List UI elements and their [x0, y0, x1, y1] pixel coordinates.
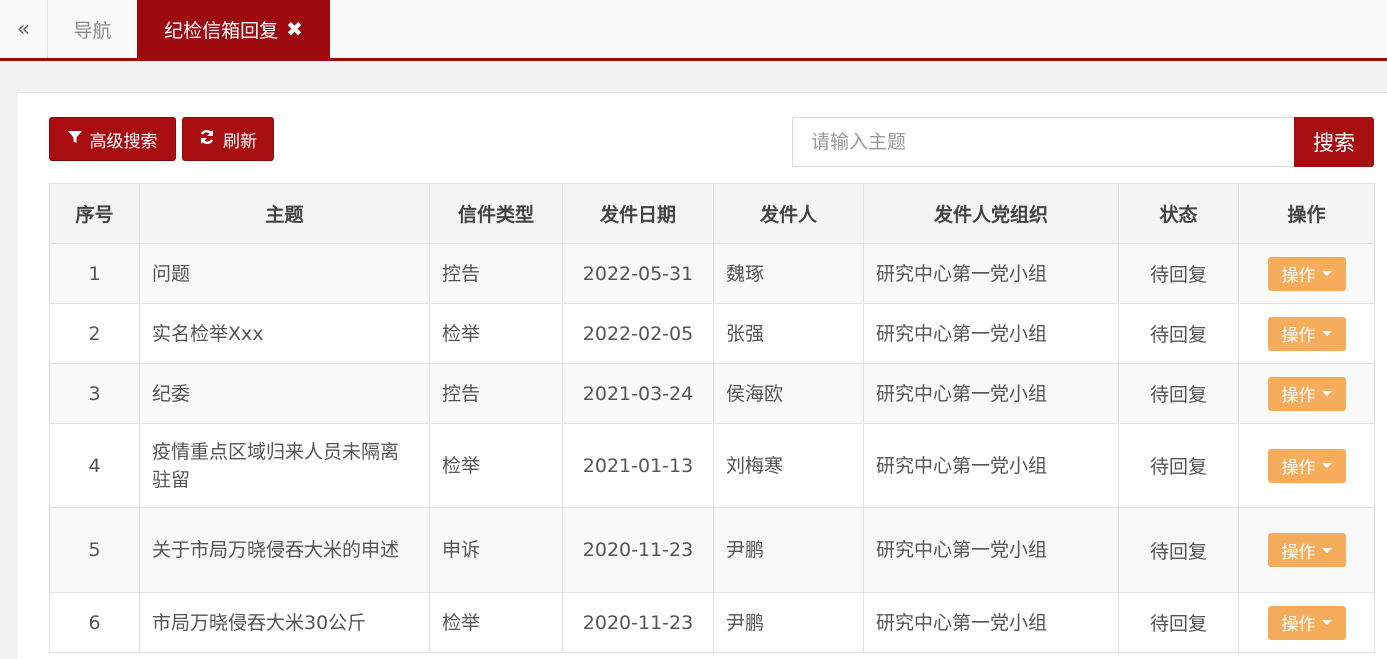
cell-type: 检举 [429, 592, 563, 653]
cell-no: 3 [49, 363, 140, 424]
action-label: 操作 [1281, 266, 1316, 286]
cell-no: 6 [49, 592, 140, 653]
cell-sender: 尹鹏 [713, 592, 864, 653]
cell-date: 2020-11-23 [562, 507, 714, 593]
header-no[interactable]: 序号 [49, 183, 140, 244]
cell-subject[interactable]: 市局万晓侵吞大米30公斤 [139, 592, 430, 653]
table-row[interactable]: 4 疫情重点区域归来人员未隔离驻留 检举 2021-01-13 刘梅寒 研究中心… [49, 423, 1375, 508]
cell-date: 2020-11-23 [562, 592, 714, 653]
caret-down-icon [1321, 463, 1332, 468]
cell-date: 2022-02-05 [562, 303, 714, 364]
cell-status: 待回复 [1118, 243, 1239, 304]
advanced-search-label: 高级搜索 [89, 131, 158, 152]
cell-type: 检举 [429, 303, 563, 364]
action-dropdown-button[interactable]: 操作 [1267, 605, 1346, 640]
cell-sender: 魏琢 [713, 243, 864, 304]
cell-no: 2 [49, 303, 140, 364]
action-label: 操作 [1281, 326, 1316, 346]
refresh-icon [199, 129, 215, 149]
content-panel: 高级搜索 刷新 搜索 序号 主题 信件类型 发件日期 发件人 发件人党组织 状态… [18, 92, 1387, 659]
header-type[interactable]: 信件类型 [429, 183, 563, 244]
cell-subject[interactable]: 疫情重点区域归来人员未隔离驻留 [139, 423, 430, 508]
filter-icon [67, 130, 82, 148]
collapse-tabs-icon[interactable]: « [0, 0, 48, 58]
cell-type: 申诉 [429, 507, 563, 593]
cell-org: 研究中心第一党小组 [863, 592, 1119, 653]
search-button[interactable]: 搜索 [1294, 117, 1374, 167]
cell-action: 操作 [1238, 507, 1375, 593]
cell-subject[interactable]: 问题 [139, 243, 430, 304]
cell-org: 研究中心第一党小组 [863, 507, 1119, 593]
cell-action: 操作 [1238, 423, 1375, 508]
header-status[interactable]: 状态 [1118, 183, 1239, 244]
advanced-search-button[interactable]: 高级搜索 [49, 117, 176, 161]
table-row[interactable]: 3 纪委 控告 2021-03-24 侯海欧 研究中心第一党小组 待回复 操作 [49, 363, 1375, 424]
close-icon[interactable]: ✖ [286, 17, 303, 41]
cell-no: 4 [49, 423, 140, 508]
cell-date: 2022-05-31 [562, 243, 714, 304]
cell-action: 操作 [1238, 243, 1375, 304]
action-label: 操作 [1281, 615, 1316, 635]
header-org[interactable]: 发件人党组织 [863, 183, 1119, 244]
mailbox-table: 序号 主题 信件类型 发件日期 发件人 发件人党组织 状态 操作 1 问题 控告… [49, 183, 1375, 653]
cell-sender: 侯海欧 [713, 363, 864, 424]
header-subject[interactable]: 主题 [139, 183, 430, 244]
caret-down-icon [1321, 271, 1332, 276]
cell-subject[interactable]: 实名检举Xxx [139, 303, 430, 364]
action-dropdown-button[interactable]: 操作 [1267, 376, 1346, 411]
refresh-label: 刷新 [223, 131, 257, 152]
cell-sender: 刘梅寒 [713, 423, 864, 508]
table-row[interactable]: 5 关于市局万晓侵吞大米的申述 申诉 2020-11-23 尹鹏 研究中心第一党… [49, 507, 1375, 593]
cell-date: 2021-01-13 [562, 423, 714, 508]
cell-type: 检举 [429, 423, 563, 508]
caret-down-icon [1321, 391, 1332, 396]
cell-action: 操作 [1238, 303, 1375, 364]
refresh-button[interactable]: 刷新 [182, 117, 274, 161]
cell-org: 研究中心第一党小组 [863, 423, 1119, 508]
cell-date: 2021-03-24 [562, 363, 714, 424]
cell-no: 1 [49, 243, 140, 304]
cell-action: 操作 [1238, 592, 1375, 653]
cell-org: 研究中心第一党小组 [863, 243, 1119, 304]
caret-down-icon [1321, 547, 1332, 553]
tab-mailbox-reply-label: 纪检信箱回复 [164, 19, 279, 42]
action-label: 操作 [1281, 386, 1316, 406]
action-dropdown-button[interactable]: 操作 [1267, 256, 1346, 291]
action-dropdown-button[interactable]: 操作 [1267, 448, 1346, 483]
action-dropdown-button[interactable]: 操作 [1267, 533, 1346, 567]
tab-mailbox-reply[interactable]: 纪检信箱回复 ✖ [137, 0, 330, 58]
action-label: 操作 [1281, 542, 1316, 563]
tab-navigation[interactable]: 导航 [48, 0, 137, 58]
cell-status: 待回复 [1118, 592, 1239, 653]
cell-status: 待回复 [1118, 423, 1239, 508]
header-sender[interactable]: 发件人 [713, 183, 864, 244]
header-date[interactable]: 发件日期 [562, 183, 714, 244]
cell-type: 控告 [429, 363, 563, 424]
table-row[interactable]: 2 实名检举Xxx 检举 2022-02-05 张强 研究中心第一党小组 待回复… [49, 303, 1375, 364]
table-header-row: 序号 主题 信件类型 发件日期 发件人 发件人党组织 状态 操作 [49, 183, 1375, 244]
cell-type: 控告 [429, 243, 563, 304]
cell-org: 研究中心第一党小组 [863, 363, 1119, 424]
cell-subject[interactable]: 关于市局万晓侵吞大米的申述 [139, 507, 430, 593]
cell-no: 5 [49, 507, 140, 593]
cell-sender: 张强 [713, 303, 864, 364]
table-row[interactable]: 6 市局万晓侵吞大米30公斤 检举 2020-11-23 尹鹏 研究中心第一党小… [49, 592, 1375, 653]
caret-down-icon [1321, 620, 1332, 625]
action-dropdown-button[interactable]: 操作 [1267, 316, 1346, 351]
cell-status: 待回复 [1118, 303, 1239, 364]
table-row[interactable]: 1 问题 控告 2022-05-31 魏琢 研究中心第一党小组 待回复 操作 [49, 243, 1375, 304]
tab-bar: « 导航 纪检信箱回复 ✖ [0, 0, 1387, 61]
action-label: 操作 [1281, 458, 1316, 478]
caret-down-icon [1321, 331, 1332, 336]
cell-sender: 尹鹏 [713, 507, 864, 593]
cell-subject[interactable]: 纪委 [139, 363, 430, 424]
cell-status: 待回复 [1118, 507, 1239, 593]
header-action: 操作 [1238, 183, 1375, 244]
search-input[interactable] [792, 117, 1294, 167]
cell-status: 待回复 [1118, 363, 1239, 424]
cell-org: 研究中心第一党小组 [863, 303, 1119, 364]
cell-action: 操作 [1238, 363, 1375, 424]
